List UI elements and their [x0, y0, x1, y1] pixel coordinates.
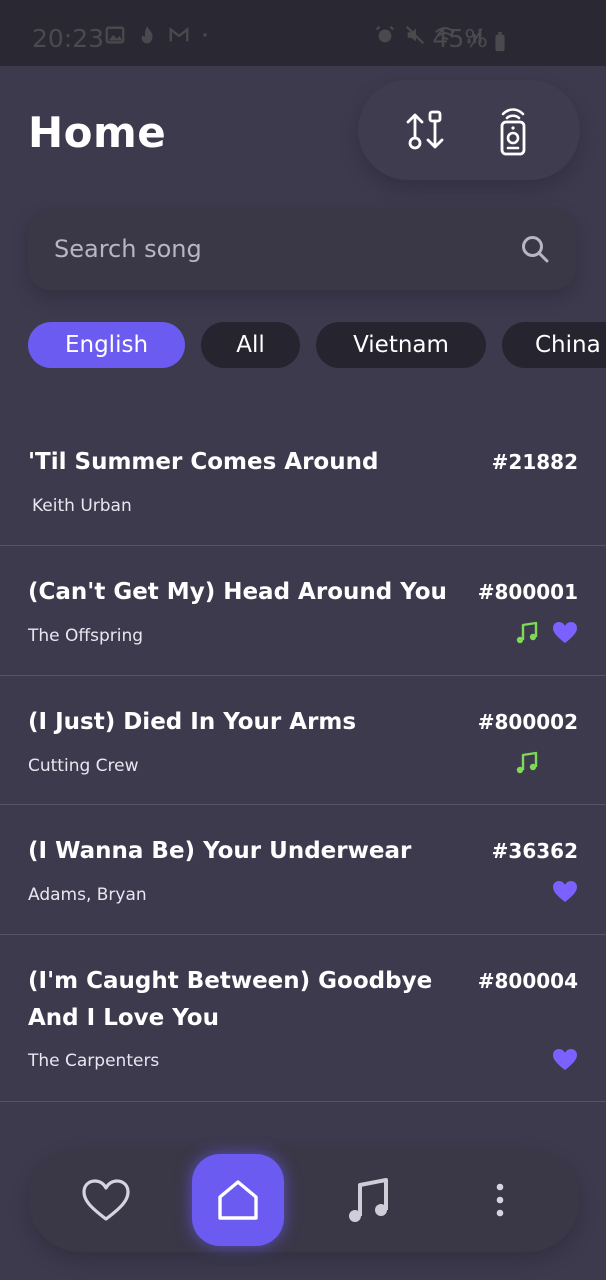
music-note-icon: [516, 751, 538, 774]
heart-filled-icon[interactable]: [552, 1047, 578, 1073]
more-vertical-icon: [496, 1183, 504, 1217]
bottom-navigation: [28, 1148, 580, 1252]
song-artist: Adams, Bryan: [28, 885, 147, 905]
song-item[interactable]: (I Wanna Be) Your Underwear Adams, Bryan…: [0, 805, 606, 935]
chip-english[interactable]: English: [28, 322, 185, 368]
image-icon: [105, 26, 125, 44]
song-status-icons: [514, 750, 540, 776]
search-icon[interactable]: [520, 234, 550, 264]
nav-more[interactable]: [474, 1174, 526, 1226]
song-item[interactable]: (I'm Caught Between) Goodbye And I Love …: [0, 935, 606, 1102]
music-note-icon: [516, 621, 538, 644]
search-input[interactable]: [52, 226, 496, 272]
language-filter-chips: English All Vietnam China: [28, 322, 606, 368]
song-artist: The Carpenters: [28, 1051, 160, 1071]
alarm-icon: [375, 25, 395, 43]
status-bar: 20:23 45%: [0, 0, 606, 66]
song-title: (I Wanna Be) Your Underwear: [28, 838, 412, 864]
mute-icon: [405, 25, 425, 45]
home-icon: [218, 1180, 258, 1220]
status-left-icons: [104, 24, 210, 46]
fire-icon: [141, 25, 153, 44]
remote-icon: [500, 108, 526, 156]
song-title: (I'm Caught Between) Goodbye And I Love …: [28, 968, 433, 1031]
song-artist: The Offspring: [28, 626, 144, 646]
music-note-icon: [349, 1178, 388, 1222]
sort-button[interactable]: [400, 106, 450, 156]
nav-favorites[interactable]: [80, 1174, 132, 1226]
song-number: #36362: [491, 839, 578, 863]
song-artist: Keith Urban: [32, 496, 132, 516]
heart-icon: [82, 1179, 130, 1221]
page-title: Home: [28, 108, 167, 157]
header-actions: [358, 80, 580, 180]
battery-percent: 45%: [432, 24, 488, 53]
song-artist: Cutting Crew: [28, 756, 139, 776]
gmail-icon: [169, 27, 189, 42]
sort-icon: [406, 110, 444, 150]
song-number: #800004: [477, 969, 578, 993]
song-number: #21882: [491, 450, 578, 474]
nav-home[interactable]: [192, 1154, 284, 1246]
song-status-icons: [552, 1047, 578, 1073]
remote-button[interactable]: [488, 106, 538, 156]
nav-music[interactable]: [342, 1174, 394, 1226]
status-time: 20:23: [32, 24, 105, 53]
song-number: #800001: [477, 580, 578, 604]
chip-vietnam[interactable]: Vietnam: [316, 322, 486, 368]
song-title: (Can't Get My) Head Around You: [28, 579, 447, 605]
heart-filled-icon[interactable]: [552, 620, 578, 646]
song-title: 'Til Summer Comes Around: [28, 449, 379, 475]
song-status-icons: [514, 620, 578, 646]
song-item[interactable]: (Can't Get My) Head Around You The Offsp…: [0, 546, 606, 676]
song-status-icons: [552, 879, 578, 905]
song-item[interactable]: (I Just) Died In Your Arms Cutting Crew …: [0, 676, 606, 805]
heart-filled-icon[interactable]: [552, 879, 578, 905]
dot-icon: [203, 33, 207, 37]
chip-all[interactable]: All: [201, 322, 300, 368]
song-number: #800002: [477, 710, 578, 734]
chip-china[interactable]: China: [502, 322, 606, 368]
song-item[interactable]: 'Til Summer Comes Around Keith Urban #21…: [0, 416, 606, 546]
search-bar: [28, 208, 576, 290]
app-screen: 20:23 45% Home Search song English All V…: [0, 0, 606, 1280]
song-title: (I Just) Died In Your Arms: [28, 709, 357, 735]
battery-icon: [495, 32, 505, 52]
